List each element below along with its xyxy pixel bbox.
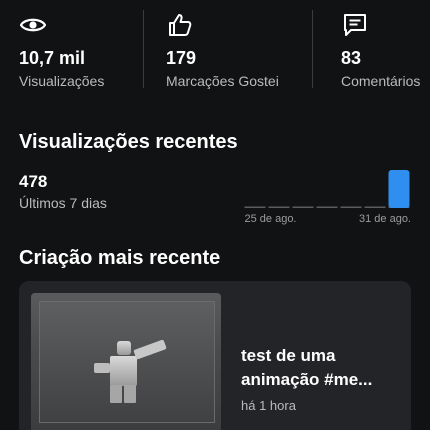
chart-baseline-segment (364, 206, 386, 208)
creation-time: há 1 hora (241, 398, 296, 413)
stat-label: Visualizações (19, 73, 105, 89)
recent-views-title: Visualizações recentes (19, 131, 238, 153)
latest-creation-title: Criação mais recente (19, 247, 221, 269)
analytics-screen: 10,7 mil Visualizações 179 Marcações Gos… (0, 0, 430, 430)
chart-baseline-segment (268, 206, 290, 208)
stat-divider (143, 10, 144, 88)
stat-divider (312, 10, 313, 88)
chart-x-tick-label: 31 de ago. (359, 213, 411, 225)
stat-views[interactable]: 10,7 mil Visualizações (19, 0, 139, 100)
chart-baseline-segment (244, 206, 266, 208)
stat-value: 10,7 mil (19, 48, 86, 68)
thumbs-up-icon (166, 11, 194, 39)
chart-baseline-segment (340, 206, 362, 208)
stat-label: Marcações Gostei (166, 73, 279, 89)
chart-bar[interactable] (388, 170, 410, 208)
avatar-figure-icon (94, 339, 167, 403)
comment-icon (341, 11, 369, 39)
stats-row: 10,7 mil Visualizações 179 Marcações Gos… (0, 0, 430, 100)
stat-label: Comentários (341, 73, 421, 89)
chart-baseline-segment (292, 206, 314, 208)
chart-x-tick-label: 25 de ago. (245, 213, 297, 225)
stat-likes[interactable]: 179 Marcações Gostei (166, 0, 296, 100)
creation-title: test de uma animação #me... (241, 346, 373, 389)
latest-creation-card[interactable]: test de uma animação #me... há 1 hora (19, 281, 411, 430)
chart-baseline-segment (316, 206, 338, 208)
recent-views-chart: 25 de ago. 31 de ago. (244, 170, 411, 225)
recent-views-count: 478 (19, 172, 48, 191)
stat-value: 179 (166, 48, 197, 68)
eye-icon (19, 11, 47, 39)
stat-value: 83 (341, 48, 362, 68)
creation-thumbnail[interactable] (31, 293, 221, 430)
recent-views-period: Últimos 7 dias (19, 195, 107, 211)
stat-comments[interactable]: 83 Comentários (341, 0, 430, 100)
